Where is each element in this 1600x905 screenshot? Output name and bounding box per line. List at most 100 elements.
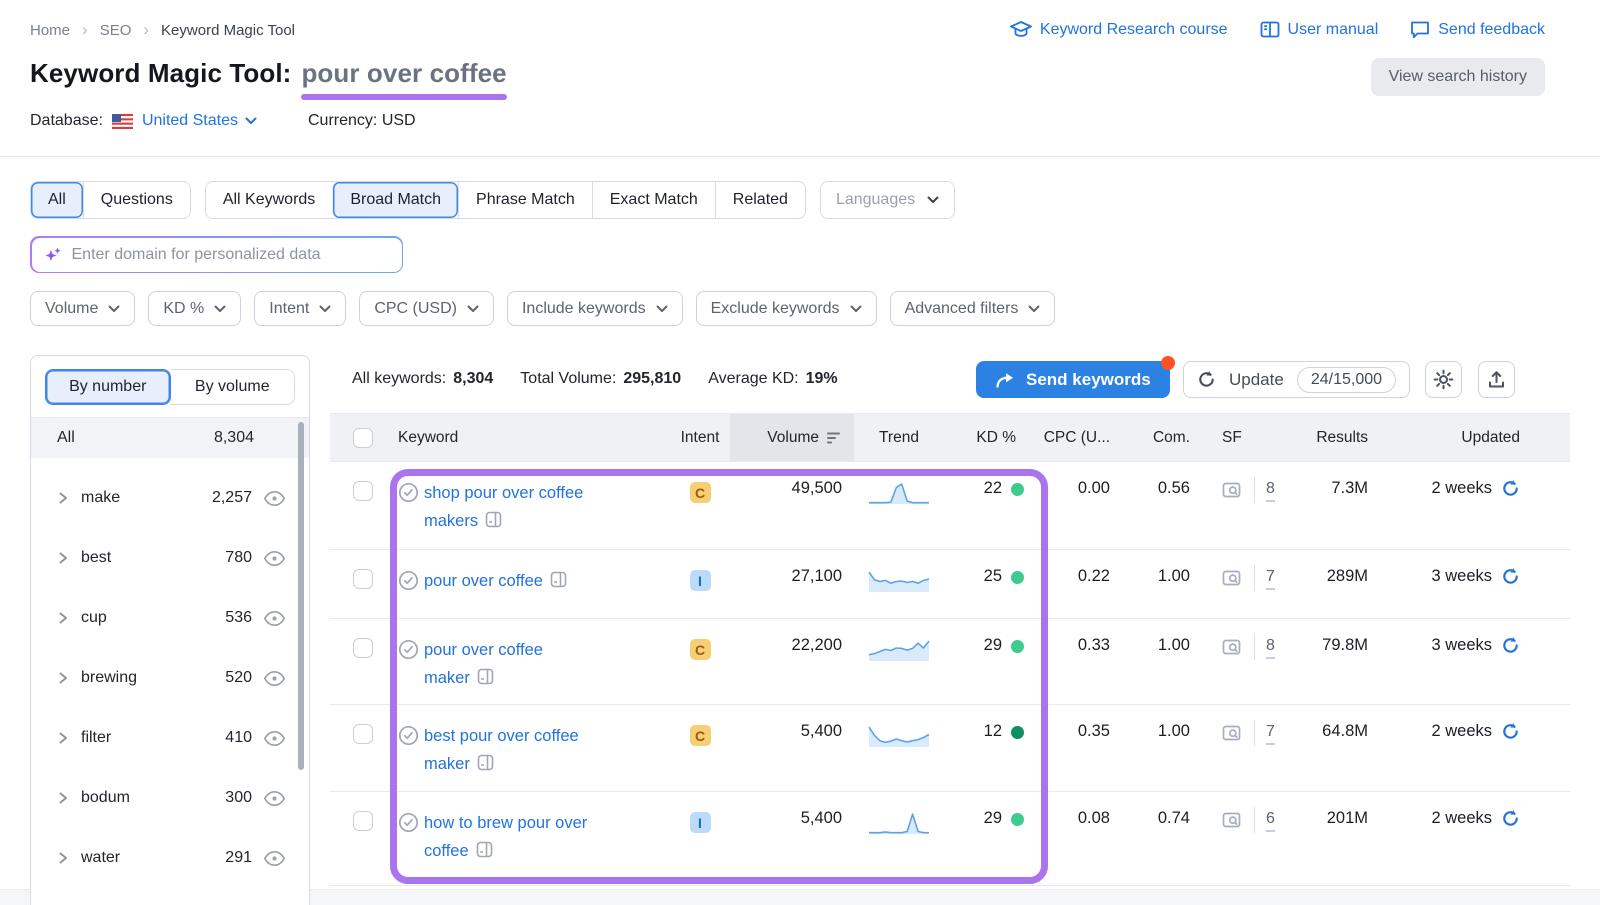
keyword-link[interactable]: best pour over coffee maker	[424, 727, 579, 773]
serp-features-icon[interactable]	[1222, 725, 1243, 743]
tab-related[interactable]: Related	[715, 182, 805, 218]
sf-count[interactable]: 8	[1266, 637, 1275, 659]
sf-count[interactable]: 7	[1266, 568, 1275, 590]
row-checkbox[interactable]	[353, 724, 373, 744]
send-feedback-link[interactable]: Send feedback	[1410, 20, 1545, 40]
breadcrumb-item-seo[interactable]: SEO	[100, 22, 132, 39]
check-circle-icon[interactable]	[398, 570, 419, 591]
tab-exact-match[interactable]: Exact Match	[592, 182, 715, 218]
languages-dropdown[interactable]: Languages	[820, 181, 955, 219]
column-header-volume[interactable]: Volume	[730, 414, 854, 461]
sidebar-group-bodum[interactable]: bodum 300	[31, 768, 309, 828]
keyword-link[interactable]: shop pour over coffee makers	[424, 484, 583, 530]
database-selector[interactable]: United States	[142, 112, 257, 130]
serp-features-icon[interactable]	[1222, 482, 1243, 500]
tab-all[interactable]: All	[31, 182, 83, 218]
refresh-icon[interactable]	[1501, 809, 1520, 828]
eye-icon[interactable]	[263, 490, 286, 507]
row-checkbox[interactable]	[353, 481, 373, 501]
breadcrumb-item-home[interactable]: Home	[30, 22, 70, 39]
check-circle-icon[interactable]	[398, 725, 419, 746]
filter-advanced-filters[interactable]: Advanced filters	[890, 291, 1056, 326]
sidebar-group-best[interactable]: best 780	[31, 528, 309, 588]
eye-icon[interactable]	[263, 730, 286, 747]
filter-kd[interactable]: KD %	[148, 291, 241, 326]
send-keywords-button[interactable]: Send keywords	[976, 361, 1170, 398]
volume-value: 27,100	[792, 567, 842, 586]
eye-icon[interactable]	[263, 850, 286, 867]
group-count: 520	[225, 669, 252, 687]
row-checkbox[interactable]	[353, 638, 373, 658]
intent-badge[interactable]: C	[690, 639, 711, 660]
refresh-icon[interactable]	[1501, 636, 1520, 655]
refresh-icon[interactable]	[1501, 722, 1520, 741]
column-header-kd[interactable]: KD %	[944, 429, 1030, 447]
view-search-history-button[interactable]: View search history	[1371, 58, 1545, 96]
select-all-checkbox[interactable]	[353, 428, 373, 448]
row-checkbox[interactable]	[353, 569, 373, 589]
filter-exclude-keywords[interactable]: Exclude keywords	[696, 291, 877, 326]
intent-badge[interactable]: C	[690, 725, 711, 746]
column-header-updated[interactable]: Updated	[1390, 429, 1570, 447]
column-header-com[interactable]: Com.	[1120, 429, 1200, 447]
eye-icon[interactable]	[263, 790, 286, 807]
table-settings-button[interactable]	[1425, 361, 1462, 398]
check-circle-icon[interactable]	[398, 639, 419, 660]
tab-phrase-match[interactable]: Phrase Match	[458, 182, 592, 218]
filter-intent[interactable]: Intent	[254, 291, 346, 326]
tab-questions[interactable]: Questions	[83, 182, 190, 218]
tab-broad-match[interactable]: Broad Match	[332, 182, 458, 218]
serp-preview-icon[interactable]	[477, 668, 494, 685]
filter-volume[interactable]: Volume	[30, 291, 135, 326]
intent-badge[interactable]: I	[690, 570, 711, 591]
keyword-link[interactable]: pour over coffee	[424, 572, 543, 590]
sort-by-volume-button[interactable]: By volume	[171, 369, 296, 405]
serp-features-icon[interactable]	[1222, 812, 1243, 830]
column-header-keyword[interactable]: Keyword	[380, 429, 670, 447]
sidebar-group-brewing[interactable]: brewing 520	[31, 648, 309, 708]
sf-count[interactable]: 7	[1266, 723, 1275, 745]
column-header-trend[interactable]: Trend	[854, 429, 944, 447]
intent-badge[interactable]: I	[690, 812, 711, 833]
serp-features-icon[interactable]	[1222, 639, 1243, 657]
filter-include-keywords[interactable]: Include keywords	[507, 291, 683, 326]
filter-cpc-usd[interactable]: CPC (USD)	[359, 291, 494, 326]
serp-preview-icon[interactable]	[477, 754, 494, 771]
filter-label: Include keywords	[522, 300, 646, 318]
tab-all-keywords[interactable]: All Keywords	[206, 182, 332, 218]
refresh-icon[interactable]	[1501, 567, 1520, 586]
sf-count[interactable]: 8	[1266, 480, 1275, 502]
column-header-sf[interactable]: SF	[1200, 429, 1290, 447]
serp-preview-icon[interactable]	[485, 511, 502, 528]
user-manual-link[interactable]: User manual	[1260, 20, 1379, 40]
sf-count[interactable]: 6	[1266, 810, 1275, 832]
serp-preview-icon[interactable]	[476, 841, 493, 858]
serp-preview-icon[interactable]	[550, 571, 567, 588]
serp-features-icon[interactable]	[1222, 570, 1243, 588]
sidebar-item-all[interactable]: All 8,304	[31, 418, 309, 458]
column-header-intent[interactable]: Intent	[670, 429, 730, 447]
table-row-how-to-brew-pour-over-coffee: how to brew pour over coffee I 5,400 29 …	[330, 792, 1570, 886]
row-checkbox[interactable]	[353, 811, 373, 831]
keyword-link[interactable]: how to brew pour over coffee	[424, 814, 587, 860]
column-header-results[interactable]: Results	[1290, 429, 1390, 447]
check-circle-icon[interactable]	[398, 812, 419, 833]
refresh-icon[interactable]	[1501, 479, 1520, 498]
trend-cell	[854, 479, 944, 507]
sidebar-group-water[interactable]: water 291	[31, 828, 309, 888]
domain-input[interactable]	[72, 246, 390, 264]
update-button[interactable]: Update 24/15,000	[1183, 361, 1410, 398]
sidebar-group-filter[interactable]: filter 410	[31, 708, 309, 768]
eye-icon[interactable]	[263, 550, 286, 567]
column-header-cpc[interactable]: CPC (U...	[1030, 429, 1120, 447]
check-circle-icon[interactable]	[398, 482, 419, 503]
sort-by-number-button[interactable]: By number	[45, 369, 171, 405]
keyword-research-course-link[interactable]: Keyword Research course	[1010, 20, 1228, 40]
sidebar-group-cup[interactable]: cup 536	[31, 588, 309, 648]
sidebar-group-make[interactable]: make 2,257	[31, 468, 309, 528]
intent-badge[interactable]: C	[690, 482, 711, 503]
sidebar-scrollbar[interactable]	[298, 422, 304, 770]
eye-icon[interactable]	[263, 670, 286, 687]
export-button[interactable]	[1478, 361, 1515, 398]
eye-icon[interactable]	[263, 610, 286, 627]
